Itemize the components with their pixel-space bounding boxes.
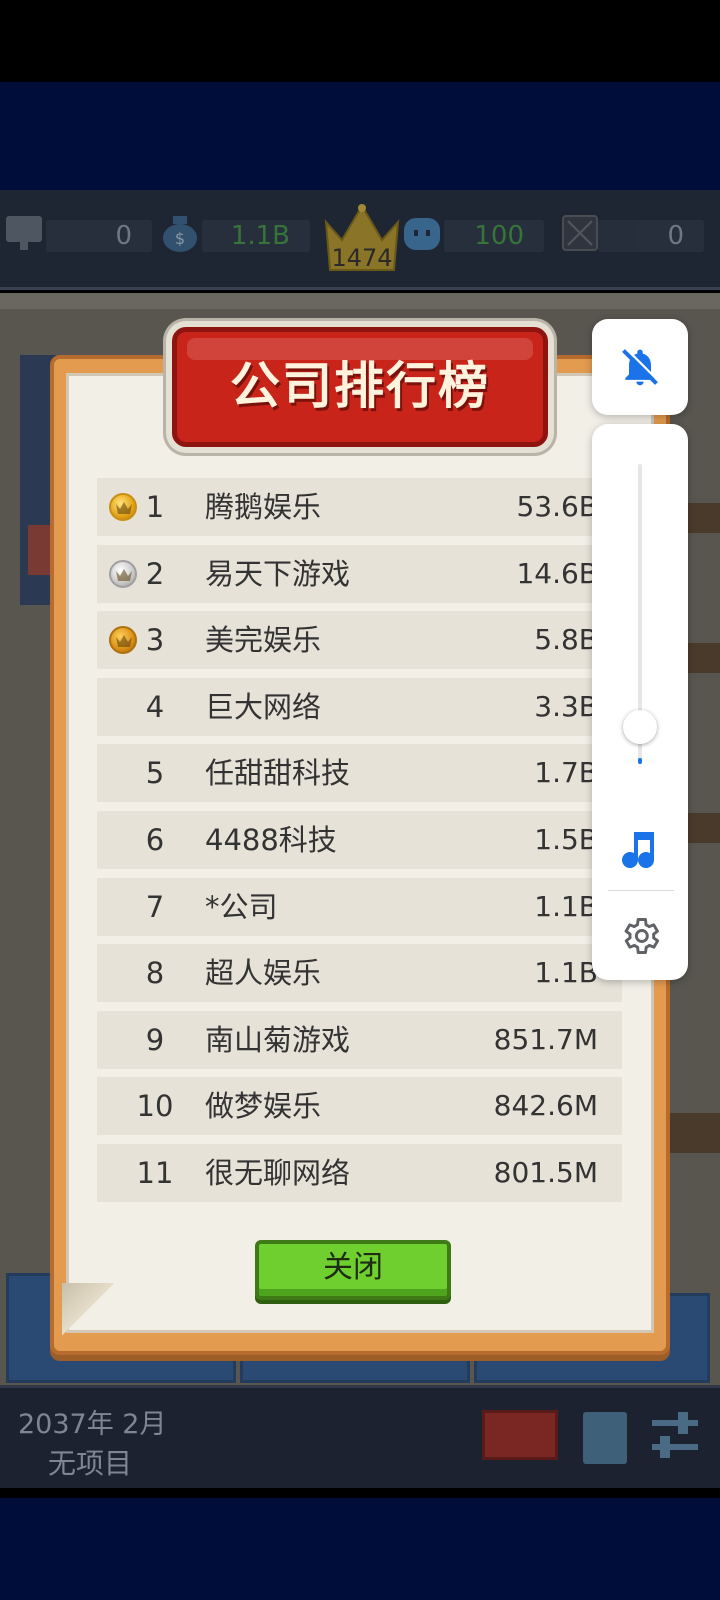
mute-toggle-card[interactable] — [592, 319, 688, 415]
volume-panel — [592, 424, 688, 980]
leaderboard-title-banner: 公司排行榜 — [172, 327, 548, 447]
company-value: 801.5M — [493, 1156, 598, 1189]
paper-curl — [62, 1283, 114, 1335]
money-bag-icon: $ — [160, 212, 200, 254]
company-name: 美完娱乐 — [205, 623, 322, 658]
music-note-icon[interactable] — [616, 824, 664, 872]
rank-number: 1 — [145, 490, 165, 524]
company-name: *公司 — [205, 889, 278, 924]
company-name: 南山菊游戏 — [205, 1022, 351, 1057]
company-value: 1.7B — [534, 756, 598, 790]
project-status: 无项目 — [48, 1447, 133, 1480]
volume-slider-thumb[interactable] — [623, 710, 657, 744]
sliders-icon[interactable] — [650, 1408, 700, 1464]
resource-value: 0 — [46, 220, 152, 252]
book-icon[interactable] — [583, 1412, 627, 1464]
volume-slider-fill — [638, 758, 642, 764]
crown-score: 1474 — [322, 202, 402, 274]
leaderboard-row: 6 4488科技 1.5B — [97, 811, 622, 869]
volume-divider — [608, 890, 674, 891]
company-value: 1.1B — [534, 956, 598, 990]
rank-number: 10 — [136, 1089, 174, 1124]
bell-off-icon[interactable] — [618, 345, 662, 389]
close-button[interactable]: 关闭 — [255, 1240, 451, 1300]
top-letterbox — [0, 82, 720, 190]
company-name: 4488科技 — [205, 823, 337, 857]
company-name: 腾鹅娱乐 — [205, 490, 322, 524]
company-name: 做梦娱乐 — [205, 1089, 322, 1124]
company-value: 1.1B — [534, 889, 598, 923]
bottom-bar: 2037年 2月 无项目 — [0, 1385, 720, 1488]
company-value: 5.8B — [534, 623, 598, 657]
monitor-icon — [4, 212, 44, 254]
leaderboard-row: 4 巨大网络 3.3B — [97, 677, 622, 736]
voucher-icon[interactable] — [482, 1410, 558, 1460]
locked-box-icon — [560, 212, 600, 254]
rank-number: 11 — [136, 1156, 174, 1190]
leaderboard-title: 公司排行榜 — [230, 357, 490, 415]
leaderboard-row: 10 做梦娱乐 842.6M — [97, 1077, 622, 1136]
resource-value: 0 — [598, 220, 704, 252]
company-name: 超人娱乐 — [205, 956, 322, 991]
rank-number: 9 — [145, 1022, 165, 1057]
company-name: 易天下游戏 — [205, 556, 351, 591]
leaderboard-row: 1 腾鹅娱乐 53.6B — [97, 478, 622, 536]
crown-value: 1474 — [331, 244, 393, 272]
company-value: 851.7M — [493, 1022, 598, 1056]
game-date: 2037年 2月 — [18, 1409, 167, 1440]
leaderboard-row: 5 任甜甜科技 1.7B — [97, 744, 622, 803]
leaderboard-row: 11 很无聊网络 801.5M — [97, 1144, 622, 1202]
company-name: 任甜甜科技 — [205, 756, 351, 791]
rank-number: 8 — [145, 956, 165, 991]
rank-number: 2 — [145, 556, 165, 591]
resource-value: 100 — [444, 220, 544, 252]
company-value: 1.5B — [534, 823, 598, 856]
gear-icon[interactable] — [618, 914, 662, 958]
company-name: 很无聊网络 — [205, 1156, 351, 1190]
rank-number: 7 — [145, 889, 165, 924]
svg-text:$: $ — [175, 229, 185, 248]
fan-face-icon — [402, 212, 442, 254]
rank-number: 4 — [145, 689, 165, 724]
company-value: 842.6M — [493, 1089, 598, 1123]
leaderboard-row: 3 美完娱乐 5.8B — [97, 611, 622, 670]
leaderboard-row: 7 *公司 1.1B — [97, 877, 622, 936]
status-bar-area — [0, 0, 720, 82]
rank-number: 3 — [145, 623, 165, 658]
leaderboard-row: 2 易天下游戏 14.6B — [97, 544, 622, 603]
company-value: 3.3B — [534, 689, 598, 723]
company-name: 巨大网络 — [205, 689, 322, 724]
rank-number: 5 — [145, 756, 165, 791]
resource-value: 1.1B — [202, 220, 310, 252]
company-value: 53.6B — [516, 490, 598, 523]
leaderboard-row: 8 超人娱乐 1.1B — [97, 944, 622, 1003]
bottom-letterbox — [0, 1498, 720, 1600]
company-value: 14.6B — [516, 556, 598, 590]
rank-number: 6 — [145, 823, 165, 857]
leaderboard-row: 9 南山菊游戏 851.7M — [97, 1010, 622, 1069]
